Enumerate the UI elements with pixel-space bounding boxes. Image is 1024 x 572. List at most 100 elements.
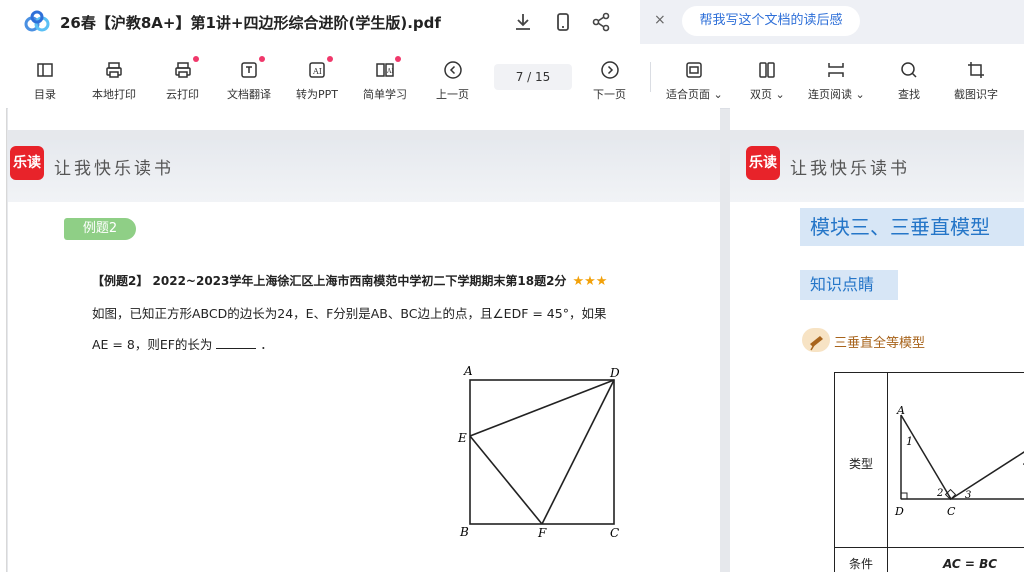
close-icon[interactable]: × [654,12,666,28]
three-perpendicular-figure: A 1 2 3 4 D C [894,404,1024,518]
label-c: C [610,526,619,540]
search-icon [899,60,919,80]
table-divider-v [887,373,888,572]
search-button[interactable]: 查找 [898,60,920,102]
question-line-2: AE = 8，则EF的长为 ． [92,334,273,353]
dual-page-icon [757,60,777,80]
telescope-icon [802,328,830,352]
translate-label: 文档翻译 [227,88,271,101]
page-banner-right: 乐读 让我快乐读书 [730,140,1024,202]
toolbar: 目录 本地打印 云打印 文档翻译 AI 转为PPT AI 简单学习 上一页 7 … [0,44,1024,109]
cloud-printer-icon [173,56,199,80]
label-f: F [537,526,547,540]
toc-label: 目录 [34,88,56,101]
angle-3: 3 [965,490,971,501]
fit-page-label: 适合页面 ⌄ [666,88,723,101]
ledu-logo-right: 乐读 [746,146,780,180]
ocr-button[interactable]: 截图识字 [954,60,998,102]
label-d: D [609,366,620,380]
condition-value-cell: AC = BC [943,557,998,571]
search-label: 查找 [898,88,920,101]
translate-button[interactable]: 文档翻译 [227,56,271,102]
svg-text:AI: AI [386,68,394,75]
next-page-label: 下一页 [593,88,626,101]
banner-slogan: 让我快乐读书 [54,159,174,179]
dual-page-dropdown[interactable]: 双页 ⌄ [750,60,785,102]
fit-page-icon [684,60,704,80]
local-print-label: 本地打印 [92,88,136,101]
question-line-2-text: AE = 8，则EF的长为 [92,337,213,352]
answer-blank [216,348,257,349]
continuous-read-icon [826,60,846,80]
square-abcd [469,379,615,525]
chevron-right-circle-icon [600,60,620,80]
angle-1: 1 [906,435,913,448]
document-title: 26春【沪教8A+】第1讲+四边形综合进阶(学生版).pdf [60,14,441,32]
fit-page-dropdown[interactable]: 适合页面 ⌄ [666,60,723,102]
local-print-button[interactable]: 本地打印 [92,60,136,102]
question-line-2-end: ． [260,337,273,352]
next-page-button[interactable]: 下一页 [593,60,626,102]
module-title: 模块三、三垂直模型 [800,208,1024,246]
toc-button[interactable]: 目录 [34,60,56,102]
study-label: 简单学习 [363,88,407,101]
table-divider-h [835,547,1024,548]
condition-header-cell: 条件 [849,557,874,571]
ai-summary-button[interactable]: 帮我写这个文档的读后感 [682,6,860,36]
cloud-print-label: 云打印 [166,88,199,101]
chevron-left-circle-icon [443,60,463,80]
ppt-icon: AI [307,56,333,80]
segment-cb [950,451,1024,500]
label-c-right: C [947,505,956,518]
study-button[interactable]: AI 简单学习 [363,56,407,102]
type-header-cell: 类型 [849,457,874,471]
translate-icon [239,56,265,80]
banner-slogan-right: 让我快乐读书 [790,159,910,179]
ocr-label: 截图识字 [954,88,998,101]
notification-dot [395,56,401,62]
cloud-print-button[interactable]: 云打印 [166,56,199,102]
square-figure: A D E B F C [457,364,620,540]
book-ai-icon: AI [375,56,401,80]
right-angle-d [900,492,908,500]
question-header: 【例题2】 2022~2023学年上海徐汇区上海市西南模范中学初二下学期期末第1… [92,272,607,289]
crop-icon [966,60,986,80]
section-title: 知识点睛 [800,270,898,300]
prev-page-label: 上一页 [436,88,469,101]
prev-page-button[interactable]: 上一页 [436,60,469,102]
example-tag: 例题2 [64,218,136,240]
label-a: A [463,364,473,378]
toolbar-divider [650,62,651,92]
title-bar: 26春【沪教8A+】第1讲+四边形综合进阶(学生版).pdf [0,0,640,44]
continuous-read-dropdown[interactable]: 连页阅读 ⌄ [808,60,865,102]
segment-ed [469,379,615,437]
previous-page-left [8,108,720,130]
to-ppt-button[interactable]: AI 转为PPT [296,56,338,102]
ledu-logo: 乐读 [10,146,44,180]
share-icon[interactable] [590,11,612,33]
question-line-1: 如图，已知正方形ABCD的边长为24，E、F分别是AB、BC边上的点，且∠EDF… [92,306,607,321]
segment-fd [541,379,615,525]
angle-2: 2 [936,488,943,499]
continuous-read-label: 连页阅读 ⌄ [808,88,865,101]
page-banner: 乐读 让我快乐读书 [8,140,720,202]
left-sidebar-edge [0,108,7,572]
download-icon[interactable] [512,11,534,33]
pdf-page-right: 乐读 让我快乐读书 模块三、三垂直模型 知识点睛 三垂直全等模型 类型 条件 A… [730,140,1024,572]
model-title: 三垂直全等模型 [834,336,926,351]
dual-page-label: 双页 ⌄ [750,88,785,101]
app-logo-icon [24,10,50,34]
notification-dot [327,56,333,62]
printer-icon [104,60,124,80]
page-number-input[interactable]: 7 / 15 [494,64,572,90]
label-b: B [459,525,469,539]
difficulty-stars: ★★★ [572,274,608,289]
previous-page-right [730,108,1024,130]
question-source: 【例题2】 2022~2023学年上海徐汇区上海市西南模范中学初二下学期期末第1… [92,274,567,288]
segment-ac [900,414,952,500]
svg-text:AI: AI [312,67,322,76]
phone-icon[interactable] [552,11,574,33]
label-d-right: D [894,505,904,518]
label-e: E [457,431,467,445]
notification-dot [259,56,265,62]
